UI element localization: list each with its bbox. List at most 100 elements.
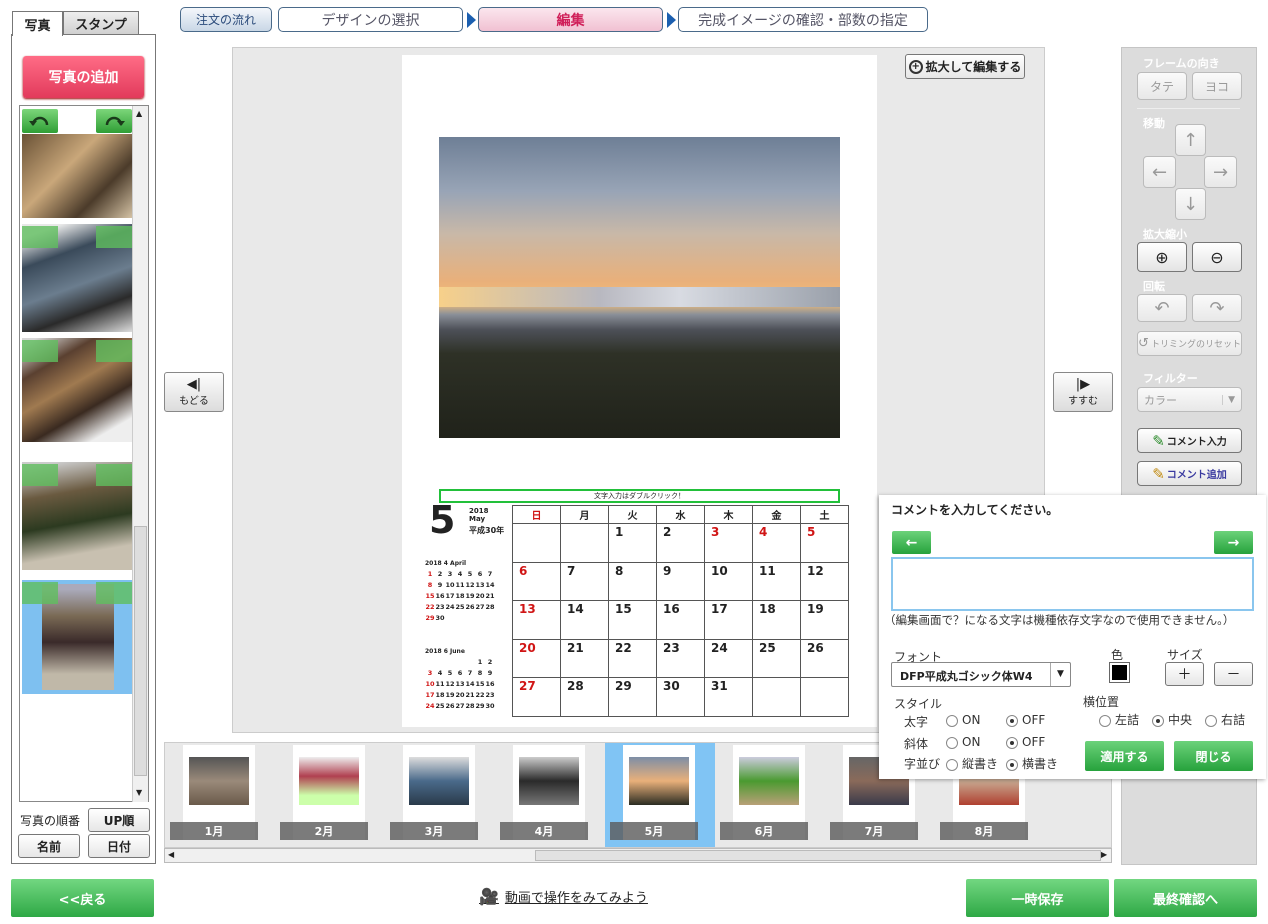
rotate-right-button[interactable]: [96, 226, 132, 248]
layout-label: 字並び: [904, 757, 941, 771]
mini-calendar-title: 2018 6 June: [425, 648, 465, 655]
move-left-button[interactable]: ←: [1143, 156, 1176, 188]
prev-page-button[interactable]: ◀| もどる: [164, 372, 224, 412]
align-center-radio[interactable]: 中央: [1152, 711, 1192, 728]
zoom-in-icon: +: [908, 59, 923, 74]
mini-day: 27: [475, 603, 485, 611]
calendar-day: 8: [608, 561, 657, 601]
rotate-left-button[interactable]: [22, 582, 58, 604]
move-down-button[interactable]: ↓: [1175, 188, 1206, 220]
calendar-day: 21: [560, 638, 609, 678]
scroll-thumb[interactable]: [535, 850, 1101, 861]
mini-day: 7: [467, 669, 473, 677]
tab-stamp[interactable]: スタンプ: [63, 11, 139, 35]
mini-day: 13: [455, 680, 465, 688]
scroll-thumb[interactable]: [134, 526, 147, 776]
step-order-flow[interactable]: 注文の流れ: [180, 7, 272, 32]
rotate-right-button[interactable]: [96, 582, 132, 604]
rotate-left-button[interactable]: [22, 226, 58, 248]
photo-list: [19, 105, 149, 802]
rotate-right-button[interactable]: [96, 109, 132, 133]
zoom-in-button[interactable]: ⊕: [1137, 242, 1187, 272]
size-minus-button[interactable]: －: [1214, 662, 1253, 686]
rotate-cw-button[interactable]: ↷: [1192, 294, 1242, 322]
align-right-radio[interactable]: 右詰: [1205, 711, 1245, 728]
trim-reset-button[interactable]: ↺ トリミングのリセット: [1137, 331, 1242, 356]
mini-day: 22: [475, 691, 485, 699]
arrow-right-icon: →: [1212, 161, 1229, 183]
comment-prev-button[interactable]: ←: [892, 531, 931, 554]
text-input-box[interactable]: 文字入力はダブルクリック！: [439, 489, 840, 503]
month-strip-scrollbar[interactable]: ◀ ▶: [164, 848, 1112, 863]
calendar-day: 20: [512, 638, 561, 678]
rotate-left-button[interactable]: [22, 109, 58, 133]
sort-date-button[interactable]: 日付: [88, 834, 150, 858]
font-select[interactable]: DFP平成丸ゴシック体W4 ▼: [891, 662, 1071, 687]
bold-off-radio[interactable]: OFF: [1006, 713, 1045, 727]
filter-select[interactable]: カラー ▼: [1137, 387, 1242, 412]
month-photo: [299, 757, 359, 805]
align-left-radio[interactable]: 左詰: [1099, 711, 1139, 728]
main-photo[interactable]: [439, 137, 840, 438]
calendar-day: 24: [704, 638, 753, 678]
vertical-radio[interactable]: 縦書き: [946, 755, 998, 772]
photo-thumbnail[interactable]: [22, 134, 134, 218]
mini-day: 8: [427, 581, 433, 589]
rotate-left-button[interactable]: [22, 340, 58, 362]
arrow-right-icon: →: [1227, 534, 1240, 551]
apply-button[interactable]: 適用する: [1085, 741, 1164, 771]
zoom-edit-button[interactable]: + 拡大して編集する: [905, 54, 1025, 79]
scroll-down-icon[interactable]: ▼: [136, 788, 142, 797]
calendar-day: 5: [800, 523, 849, 563]
move-up-button[interactable]: ↑: [1175, 124, 1206, 156]
calendar-day: 12: [800, 561, 849, 601]
color-swatch[interactable]: [1109, 662, 1130, 683]
comment-textarea[interactable]: [891, 557, 1254, 611]
mini-day: 24: [445, 603, 455, 611]
sort-name-button[interactable]: 名前: [18, 834, 80, 858]
rotate-ccw-button[interactable]: ↶: [1137, 294, 1187, 322]
comment-next-button[interactable]: →: [1214, 531, 1253, 554]
move-right-button[interactable]: →: [1204, 156, 1237, 188]
mini-day: 4: [457, 570, 463, 578]
calendar-day: 4: [752, 523, 801, 563]
step-design-select[interactable]: デザインの選択: [278, 7, 463, 32]
scroll-left-icon[interactable]: ◀: [168, 850, 174, 859]
mini-day: 17: [425, 691, 435, 699]
calendar-year: 2018: [469, 507, 489, 515]
rotate-left-button[interactable]: [22, 464, 58, 486]
bold-on-radio[interactable]: ON: [946, 713, 980, 727]
comment-add-button[interactable]: ✎ コメント追加: [1137, 461, 1242, 486]
zoom-out-button[interactable]: ⊖: [1192, 242, 1242, 272]
mini-day: 26: [445, 702, 455, 710]
close-button[interactable]: 閉じる: [1174, 741, 1253, 771]
photo-list-scrollbar[interactable]: ▲ ▼: [132, 106, 148, 802]
size-plus-button[interactable]: ＋: [1165, 662, 1204, 686]
tab-photo[interactable]: 写真: [12, 11, 63, 36]
mini-day: 23: [485, 691, 495, 699]
italic-off-radio[interactable]: OFF: [1006, 735, 1045, 749]
video-link[interactable]: 🎥 動画で操作をみてみよう: [479, 887, 648, 906]
back-button[interactable]: <<戻る: [11, 879, 154, 917]
italic-on-radio[interactable]: ON: [946, 735, 980, 749]
rotate-right-button[interactable]: [96, 464, 132, 486]
temp-save-button[interactable]: 一時保存: [966, 879, 1109, 917]
mini-day: 20: [455, 691, 465, 699]
mini-day: 9: [437, 581, 443, 589]
sort-up-button[interactable]: UP順: [88, 808, 150, 832]
rotate-right-button[interactable]: [96, 340, 132, 362]
scroll-up-icon[interactable]: ▲: [136, 109, 142, 118]
rotate-left-icon: [29, 116, 49, 126]
final-confirm-button[interactable]: 最終確認へ: [1114, 879, 1257, 917]
add-photo-button[interactable]: 写真の追加: [23, 56, 144, 98]
scroll-right-icon[interactable]: ▶: [1101, 850, 1107, 859]
tate-button[interactable]: タテ: [1137, 72, 1187, 100]
yoko-button[interactable]: ヨコ: [1192, 72, 1242, 100]
next-page-button[interactable]: |▶ すすむ: [1053, 372, 1113, 412]
horizontal-radio[interactable]: 横書き: [1006, 755, 1058, 772]
mini-day: 2: [437, 570, 443, 578]
month-photo: [629, 757, 689, 805]
comment-input-button[interactable]: ✎ コメント入力: [1137, 428, 1242, 453]
step-confirm[interactable]: 完成イメージの確認・部数の指定: [678, 7, 928, 32]
sort-label: 写真の順番: [20, 814, 81, 828]
